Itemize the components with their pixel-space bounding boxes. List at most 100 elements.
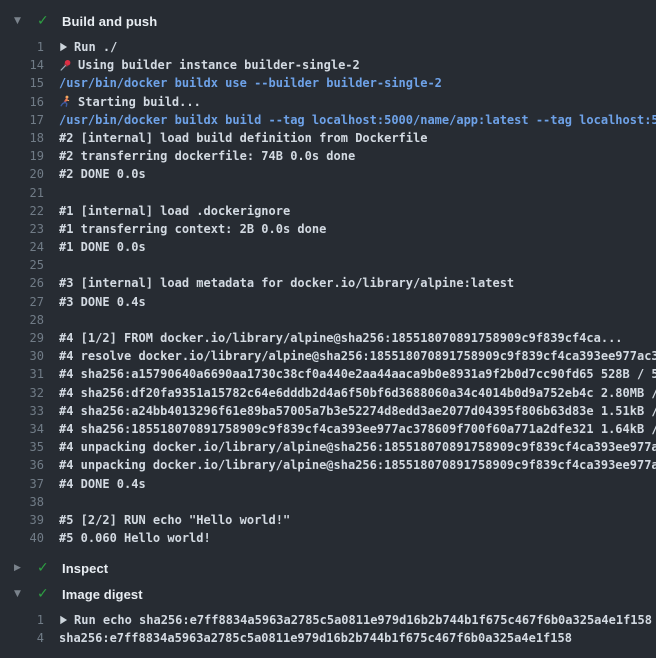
log-line: 40 #5 0.060 Hello world! bbox=[0, 529, 656, 547]
line-number[interactable]: 34 bbox=[0, 420, 44, 438]
section-header-build-and-push[interactable]: ▼ ✓ Build and push bbox=[0, 8, 656, 34]
line-number[interactable]: 40 bbox=[0, 529, 44, 547]
line-content: #4 unpacking docker.io/library/alpine@sh… bbox=[59, 456, 656, 474]
line-number[interactable]: 22 bbox=[0, 202, 44, 220]
line-content: #2 transferring dockerfile: 74B 0.0s don… bbox=[59, 147, 656, 165]
line-content: #3 [internal] load metadata for docker.i… bbox=[59, 274, 656, 292]
workflow-log-viewer: ▼ ✓ Build and push 1 Run ./ 14 Using bui… bbox=[0, 0, 656, 658]
line-number[interactable]: 1 bbox=[0, 611, 44, 629]
log-line: 30 #4 resolve docker.io/library/alpine@s… bbox=[0, 347, 656, 365]
log-line: 26 #3 [internal] load metadata for docke… bbox=[0, 274, 656, 292]
line-content bbox=[59, 184, 656, 202]
play-icon bbox=[59, 615, 68, 625]
line-number[interactable]: 29 bbox=[0, 329, 44, 347]
line-number[interactable]: 31 bbox=[0, 365, 44, 383]
line-text: #4 sha256:a24bb4013296f61e89ba57005a7b3e… bbox=[59, 402, 656, 420]
chevron-right-icon: ▶ bbox=[14, 564, 28, 573]
check-icon: ✓ bbox=[37, 587, 53, 601]
line-content: #4 [1/2] FROM docker.io/library/alpine@s… bbox=[59, 329, 656, 347]
line-number[interactable]: 16 bbox=[0, 93, 44, 111]
line-number[interactable]: 18 bbox=[0, 129, 44, 147]
log-line: 34 #4 sha256:185518070891758909c9f839cf4… bbox=[0, 420, 656, 438]
line-text: #4 sha256:185518070891758909c9f839cf4ca3… bbox=[59, 420, 656, 438]
section-header-image-digest[interactable]: ▼ ✓ Image digest bbox=[0, 581, 656, 607]
log-line: 24 #1 DONE 0.0s bbox=[0, 238, 656, 256]
log-line: 23 #1 transferring context: 2B 0.0s done bbox=[0, 220, 656, 238]
log-line: 20 #2 DONE 0.0s bbox=[0, 165, 656, 183]
line-number[interactable]: 14 bbox=[0, 56, 44, 74]
line-number[interactable]: 21 bbox=[0, 184, 44, 202]
line-number[interactable]: 24 bbox=[0, 238, 44, 256]
line-number[interactable]: 33 bbox=[0, 402, 44, 420]
log-line: 27 #3 DONE 0.4s bbox=[0, 293, 656, 311]
chevron-down-icon: ▼ bbox=[14, 590, 28, 599]
line-text: /usr/bin/docker buildx build --tag local… bbox=[59, 111, 656, 129]
line-text: #5 0.060 Hello world! bbox=[59, 529, 211, 547]
line-text: Starting build... bbox=[78, 93, 201, 111]
log-line: 19 #2 transferring dockerfile: 74B 0.0s … bbox=[0, 147, 656, 165]
log-line: 18 #2 [internal] load build definition f… bbox=[0, 129, 656, 147]
line-text: #1 [internal] load .dockerignore bbox=[59, 202, 290, 220]
line-number[interactable]: 4 bbox=[0, 629, 44, 647]
line-number[interactable]: 32 bbox=[0, 384, 44, 402]
log-line: 4 sha256:e7ff8834a5963a2785c5a0811e979d1… bbox=[0, 629, 656, 647]
log-line: 35 #4 unpacking docker.io/library/alpine… bbox=[0, 438, 656, 456]
log-line: 33 #4 sha256:a24bb4013296f61e89ba57005a7… bbox=[0, 402, 656, 420]
line-content: Run echo sha256:e7ff8834a5963a2785c5a081… bbox=[59, 611, 656, 629]
line-text: #4 DONE 0.4s bbox=[59, 475, 146, 493]
line-content: #2 [internal] load build definition from… bbox=[59, 129, 656, 147]
line-content bbox=[59, 311, 656, 329]
line-number[interactable]: 23 bbox=[0, 220, 44, 238]
line-content: #5 0.060 Hello world! bbox=[59, 529, 656, 547]
line-content: #3 DONE 0.4s bbox=[59, 293, 656, 311]
log-lines: 1 Run ./ 14 Using builder instance build… bbox=[0, 38, 656, 547]
line-content: Run ./ bbox=[59, 38, 656, 56]
line-number[interactable]: 28 bbox=[0, 311, 44, 329]
log-line[interactable]: 1 Run ./ bbox=[0, 38, 656, 56]
line-text: #3 DONE 0.4s bbox=[59, 293, 146, 311]
log-line: 16 Starting build... bbox=[0, 93, 656, 111]
section-title: Image digest bbox=[62, 587, 143, 602]
line-content bbox=[59, 256, 656, 274]
section-title: Inspect bbox=[62, 561, 108, 576]
line-number[interactable]: 26 bbox=[0, 274, 44, 292]
log-line: 14 Using builder instance builder-single… bbox=[0, 56, 656, 74]
line-number[interactable]: 38 bbox=[0, 493, 44, 511]
section-image-digest: ▼ ✓ Image digest 1 Run echo sha256:e7ff8… bbox=[0, 581, 656, 647]
log-line: 37 #4 DONE 0.4s bbox=[0, 475, 656, 493]
log-line[interactable]: 1 Run echo sha256:e7ff8834a5963a2785c5a0… bbox=[0, 611, 656, 629]
line-text: #4 sha256:a15790640a6690aa1730c38cf0a440… bbox=[59, 365, 656, 383]
line-number[interactable]: 27 bbox=[0, 293, 44, 311]
log-line: 15 /usr/bin/docker buildx use --builder … bbox=[0, 74, 656, 92]
line-number[interactable]: 1 bbox=[0, 38, 44, 56]
line-number[interactable]: 35 bbox=[0, 438, 44, 456]
log-line: 17 /usr/bin/docker buildx build --tag lo… bbox=[0, 111, 656, 129]
line-text: #5 [2/2] RUN echo "Hello world!" bbox=[59, 511, 290, 529]
line-text: #4 [1/2] FROM docker.io/library/alpine@s… bbox=[59, 329, 623, 347]
section-header-inspect[interactable]: ▶ ✓ Inspect bbox=[0, 555, 656, 581]
line-number[interactable]: 25 bbox=[0, 256, 44, 274]
line-number[interactable]: 36 bbox=[0, 456, 44, 474]
log-line: 21 bbox=[0, 184, 656, 202]
line-text: sha256:e7ff8834a5963a2785c5a0811e979d16b… bbox=[59, 629, 572, 647]
line-number[interactable]: 37 bbox=[0, 475, 44, 493]
line-text: #1 transferring context: 2B 0.0s done bbox=[59, 220, 326, 238]
line-content: #1 transferring context: 2B 0.0s done bbox=[59, 220, 656, 238]
line-content: #2 DONE 0.0s bbox=[59, 165, 656, 183]
line-number[interactable]: 15 bbox=[0, 74, 44, 92]
line-content: #5 [2/2] RUN echo "Hello world!" bbox=[59, 511, 656, 529]
line-number[interactable]: 20 bbox=[0, 165, 44, 183]
log-line: 25 bbox=[0, 256, 656, 274]
line-text: #2 [internal] load build definition from… bbox=[59, 129, 427, 147]
line-content: #4 sha256:a24bb4013296f61e89ba57005a7b3e… bbox=[59, 402, 656, 420]
check-icon: ✓ bbox=[37, 14, 53, 28]
line-text: #3 [internal] load metadata for docker.i… bbox=[59, 274, 514, 292]
line-number[interactable]: 17 bbox=[0, 111, 44, 129]
line-number[interactable]: 19 bbox=[0, 147, 44, 165]
line-number[interactable]: 30 bbox=[0, 347, 44, 365]
runner-icon bbox=[59, 95, 72, 108]
play-icon bbox=[59, 42, 68, 52]
line-content: #4 sha256:185518070891758909c9f839cf4ca3… bbox=[59, 420, 656, 438]
log-lines: 1 Run echo sha256:e7ff8834a5963a2785c5a0… bbox=[0, 611, 656, 647]
line-number[interactable]: 39 bbox=[0, 511, 44, 529]
